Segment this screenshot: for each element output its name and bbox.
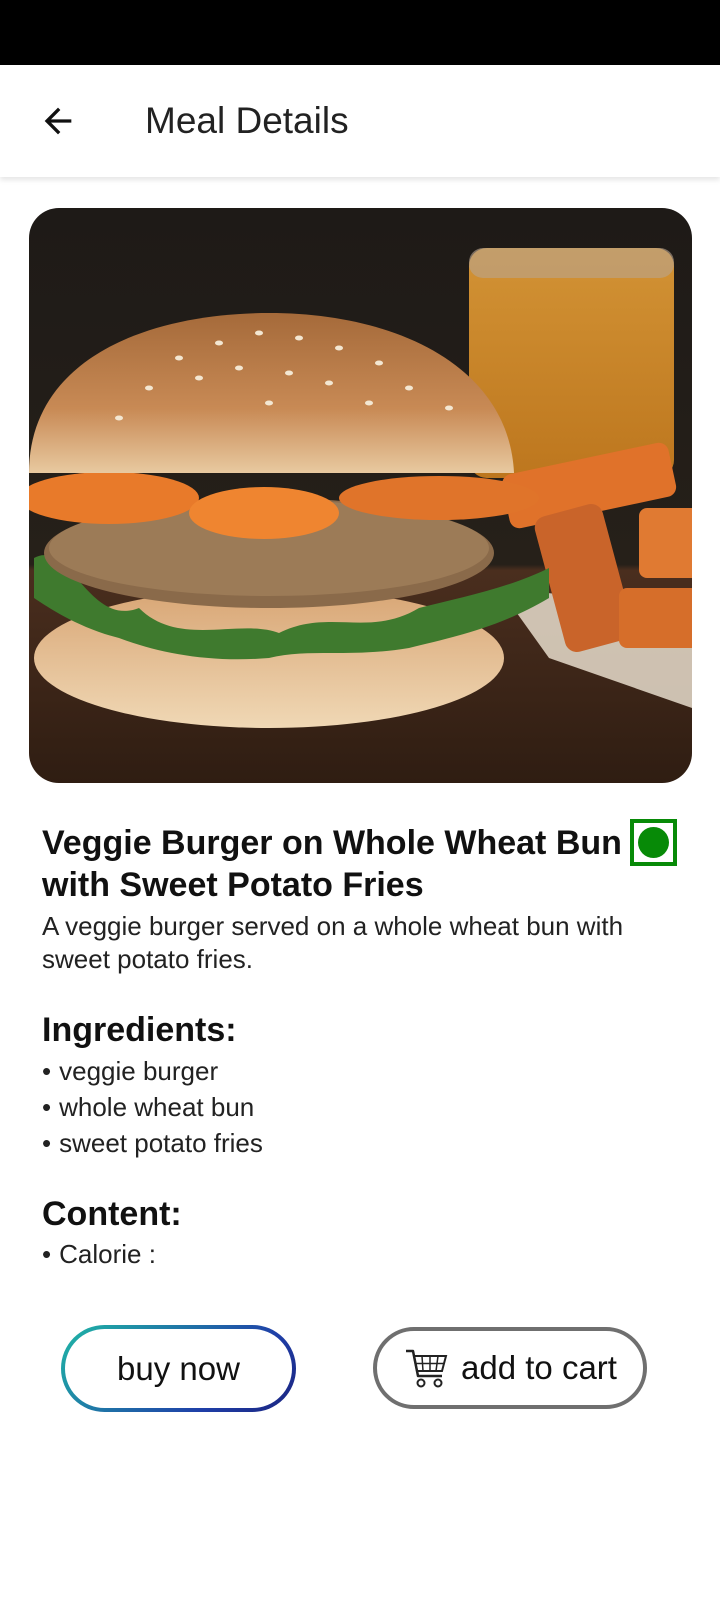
arrow-left-icon bbox=[44, 107, 72, 135]
page-title: Meal Details bbox=[145, 100, 349, 141]
meal-title: Veggie Burger on Whole Wheat Bun with Sw… bbox=[42, 824, 622, 904]
back-button[interactable] bbox=[26, 89, 90, 153]
meal-image bbox=[29, 208, 692, 783]
content-list: • Calorie : bbox=[42, 1236, 156, 1272]
add-to-cart-label: add to cart bbox=[461, 1349, 617, 1386]
ingredients-list: • veggie burger • whole wheat bun • sweet p… bbox=[42, 1053, 263, 1161]
list-item: • Calorie : bbox=[42, 1239, 156, 1269]
ingredients-heading: Ingredients: bbox=[42, 1011, 237, 1049]
list-item: • whole wheat bun bbox=[42, 1092, 255, 1122]
list-item: • sweet potato fries bbox=[42, 1128, 263, 1158]
buy-now-label: buy now bbox=[117, 1349, 240, 1387]
meal-description: A veggie burger served on a whole wheat … bbox=[42, 911, 624, 974]
buy-now-button[interactable]: buy now bbox=[61, 1325, 296, 1412]
shopping-cart-icon bbox=[406, 1349, 448, 1388]
veg-indicator-icon bbox=[630, 819, 677, 866]
app-bar: Meal Details bbox=[0, 65, 720, 177]
content-heading: Content: bbox=[42, 1195, 182, 1233]
list-item: • veggie burger bbox=[42, 1056, 219, 1086]
status-bar bbox=[0, 0, 720, 65]
add-to-cart-button[interactable]: add to cart bbox=[373, 1327, 647, 1409]
